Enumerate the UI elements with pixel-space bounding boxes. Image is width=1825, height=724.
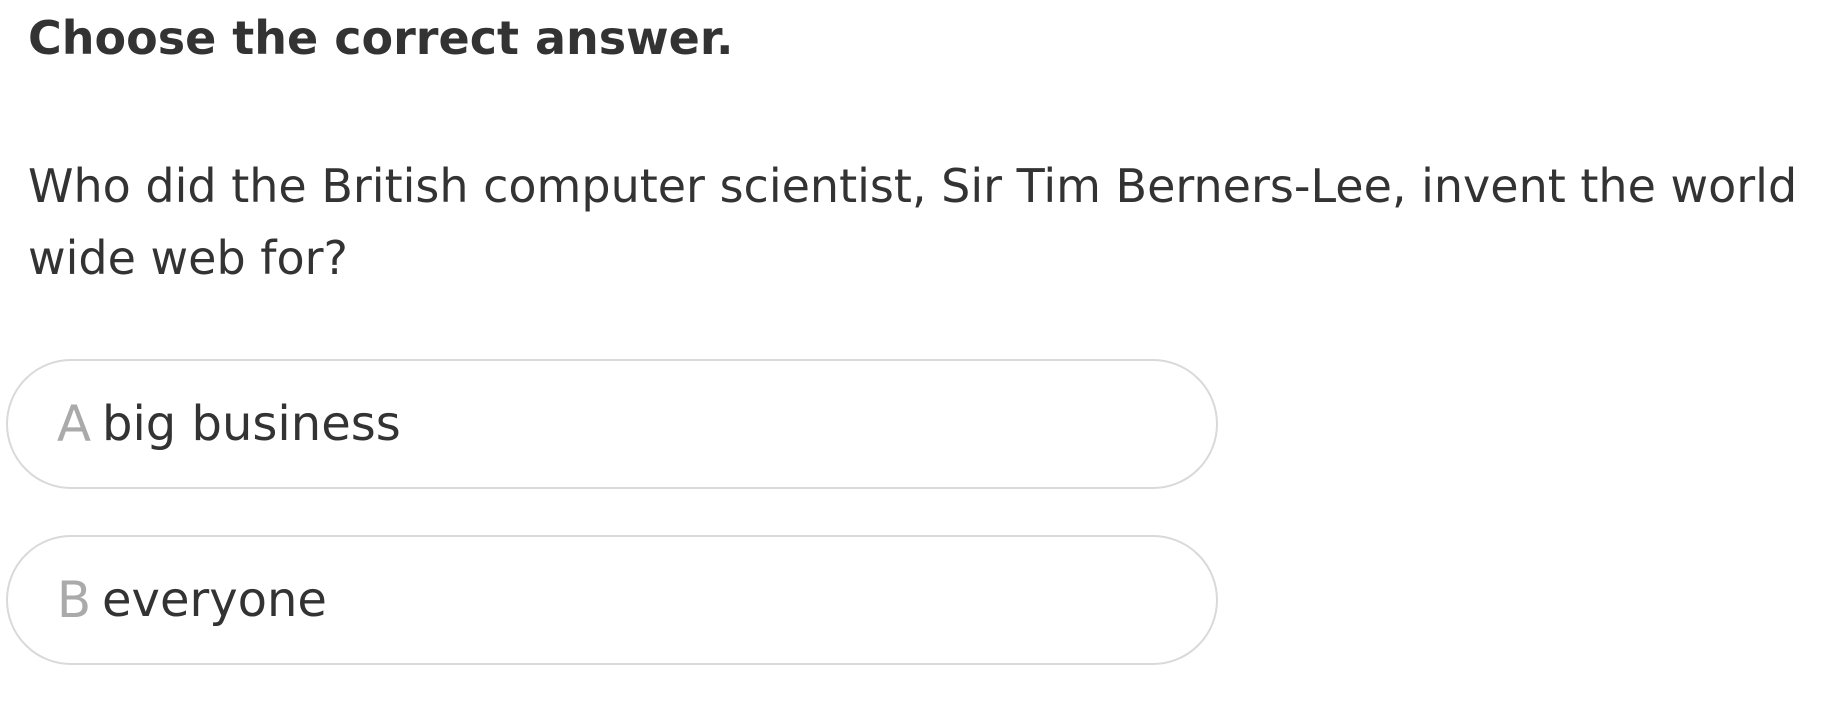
option-a-button[interactable]: A big business bbox=[6, 359, 1218, 489]
option-letter: A bbox=[56, 395, 92, 453]
question-text: Who did the British computer scientist, … bbox=[28, 159, 1798, 285]
option-letter: B bbox=[56, 571, 92, 629]
answer-options: A big business B everyone bbox=[6, 359, 1218, 711]
option-b-button[interactable]: B everyone bbox=[6, 535, 1218, 665]
instruction-heading: Choose the correct answer. bbox=[28, 11, 734, 65]
option-text: big business bbox=[102, 396, 401, 452]
option-text: everyone bbox=[102, 572, 327, 628]
